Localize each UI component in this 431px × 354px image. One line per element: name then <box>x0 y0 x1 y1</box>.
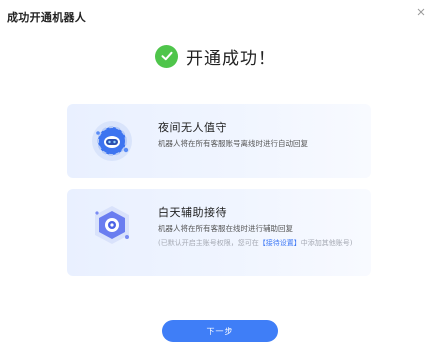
dialog-title: 成功开通机器人 <box>7 11 87 24</box>
card-night-unattended[interactable]: 夜间无人值守 机器人将在所有客服账号离线时进行自动回复 <box>67 104 371 178</box>
next-button[interactable]: 下一步 <box>162 320 278 342</box>
moon-robot-icon <box>91 120 133 162</box>
card-daytime-assist[interactable]: 白天辅助接待 机器人将在所有客服在线时进行辅助回复 (已默认开启主账号权限，您可… <box>67 189 371 276</box>
card-note: (已默认开启主账号权限，您可在【接待设置】中添加其他账号) <box>158 238 358 249</box>
success-text: 开通成功！ <box>186 48 276 69</box>
success-dialog: 成功开通机器人 开通成功！ 夜间无人值守 机器人将在所有客服账号离线时进行自动回… <box>0 0 431 354</box>
card-title: 夜间无人值守 <box>158 121 227 134</box>
success-message: 开通成功！ <box>0 43 431 69</box>
note-prefix: (已默认开启主账号权限，您可在 <box>158 239 259 247</box>
note-suffix: 中添加其他账号) <box>300 239 353 247</box>
daytime-assist-icon <box>91 204 133 246</box>
card-description: 机器人将在所有客服在线时进行辅助回复 <box>158 224 293 233</box>
close-icon[interactable] <box>415 3 427 16</box>
check-circle-icon <box>155 44 178 68</box>
card-title: 白天辅助接待 <box>158 206 227 219</box>
card-description: 机器人将在所有客服账号离线时进行自动回复 <box>158 139 308 148</box>
reception-settings-link[interactable]: 【接待设置】 <box>259 239 301 247</box>
